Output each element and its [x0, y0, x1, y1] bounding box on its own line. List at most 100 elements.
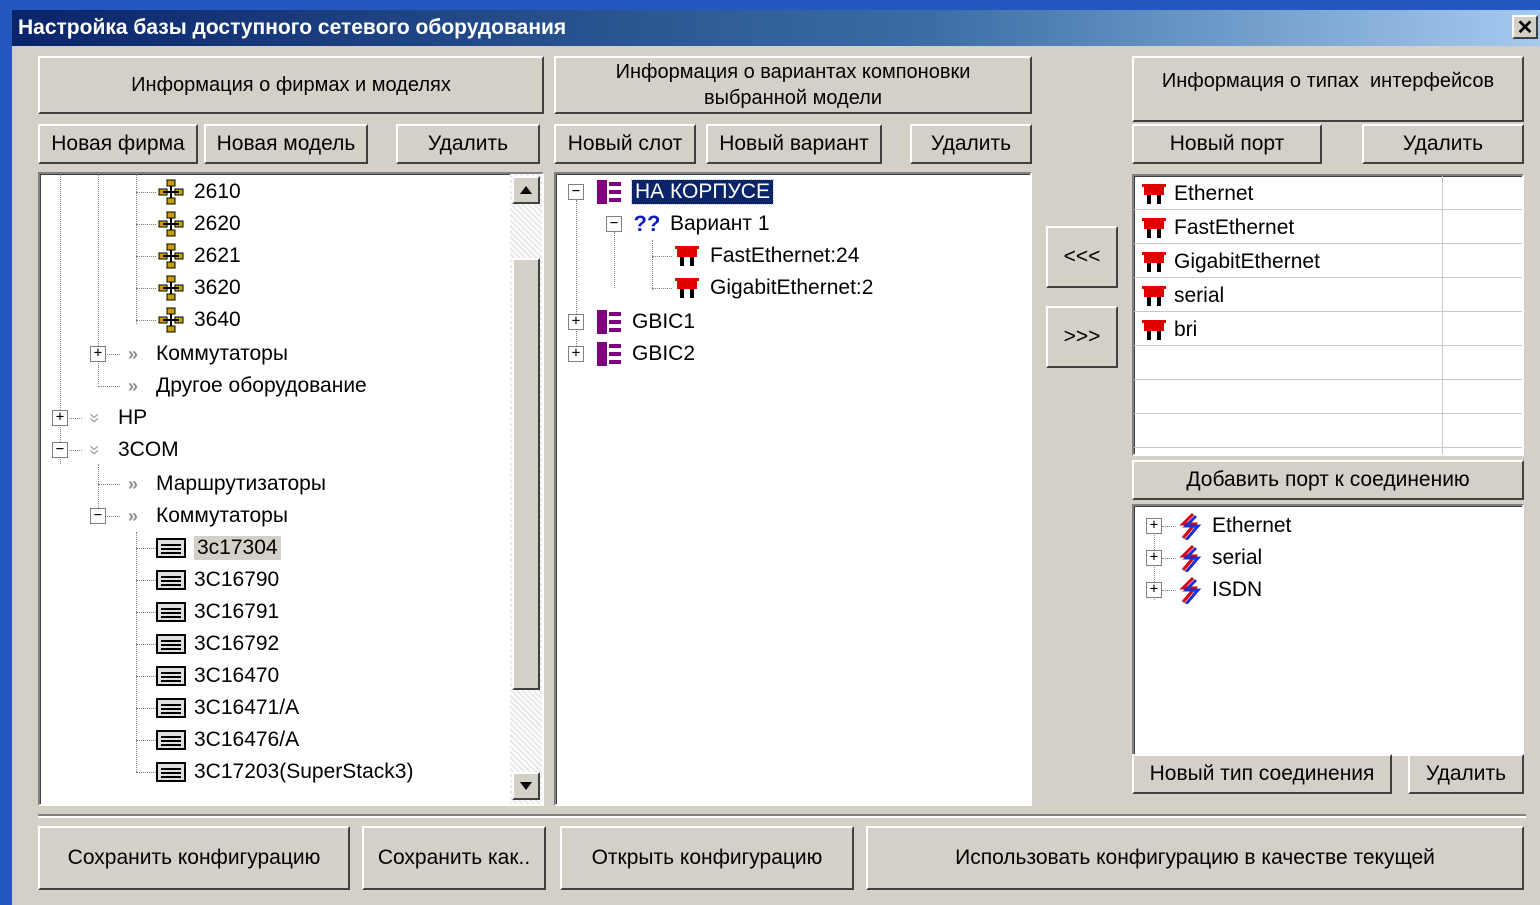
router-icon [154, 210, 188, 238]
delete-connection-label: Удалить [1425, 762, 1507, 785]
expand-toggle[interactable]: + [568, 346, 584, 362]
use-as-current-button[interactable]: Использовать конфигурацию в качестве тек… [866, 826, 1524, 890]
tree-item-port[interactable]: GigabitEthernet:2 [670, 272, 873, 304]
tree-item-model[interactable]: 3C16470 [154, 660, 279, 692]
tree-item-model[interactable]: 2621 [154, 240, 241, 272]
tree-item-variant[interactable]: ?? Вариант 1 [630, 208, 770, 240]
tree-item-model[interactable]: 3C16790 [154, 564, 279, 596]
expand-toggle[interactable]: + [52, 410, 68, 426]
tree-item-label: 2621 [194, 244, 241, 267]
tree-item-connection[interactable]: ISDN [1172, 574, 1262, 606]
tree-item-slot[interactable]: НА КОРПУСЕ [592, 176, 774, 208]
tree-item-model[interactable]: 3C17203(SuperStack3) [154, 756, 413, 788]
delete-connection-button[interactable]: Удалить [1408, 754, 1524, 794]
scroll-up-button[interactable] [512, 176, 540, 204]
new-variant-button[interactable]: Новый вариант [706, 124, 882, 164]
connection-types-tree[interactable]: + Ethernet + serial + ISDN [1132, 504, 1524, 756]
new-port-button[interactable]: Новый порт [1132, 124, 1322, 164]
new-connection-type-button[interactable]: Новый тип соединения [1132, 754, 1392, 794]
delete-model-button[interactable]: Удалить [396, 124, 540, 164]
add-port-to-connection-label: Добавить порт к соединению [1186, 468, 1470, 491]
tree-item-model[interactable]: 3c17304 [154, 532, 281, 564]
collapse-toggle[interactable]: − [52, 442, 68, 458]
port-icon [1140, 180, 1168, 208]
tree-item-label: Ethernet [1212, 514, 1292, 537]
tree-item-model[interactable]: 3620 [154, 272, 241, 304]
delete-port-button[interactable]: Удалить [1362, 124, 1524, 164]
tree-item-model[interactable]: 3C16471/A [154, 692, 299, 724]
list-item[interactable]: serial [1140, 280, 1224, 312]
expand-toggle[interactable]: + [1146, 582, 1162, 598]
remove-port-from-slot-button[interactable]: >>> [1046, 306, 1118, 368]
vertical-scrollbar[interactable] [510, 174, 542, 804]
layout-variants-tree[interactable]: − НА КОРПУСЕ − ?? Вариант 1 FastEthernet… [554, 172, 1032, 806]
expand-toggle[interactable]: + [1146, 550, 1162, 566]
expand-toggle[interactable]: + [568, 314, 584, 330]
tree-item-connection[interactable]: Ethernet [1172, 510, 1291, 542]
list-item[interactable]: GigabitEthernet [1140, 246, 1320, 278]
new-slot-button[interactable]: Новый слот [554, 124, 696, 164]
tree-item-category[interactable]: » Другое оборудование [116, 370, 367, 402]
tree-item-model[interactable]: 3C16792 [154, 628, 279, 660]
tree-item-model[interactable]: 2620 [154, 208, 241, 240]
collapse-toggle[interactable]: − [568, 184, 584, 200]
tree-item-category[interactable]: » Маршрутизаторы [116, 468, 326, 500]
connection-icon [1172, 512, 1206, 540]
tree-item-firm[interactable]: » HP [78, 402, 148, 434]
port-icon [1140, 248, 1168, 276]
config-window: Настройка базы доступного сетевого обору… [12, 10, 1540, 905]
list-item[interactable]: bri [1140, 314, 1197, 346]
close-button[interactable]: ✕ [1512, 15, 1538, 39]
tree-item-label: GigabitEthernet:2 [710, 276, 874, 299]
tree-item-model[interactable]: 3640 [154, 304, 241, 336]
tree-item-label: GBIC2 [632, 342, 696, 365]
save-config-button[interactable]: Сохранить конфигурацию [38, 826, 350, 890]
list-item[interactable]: FastEthernet [1140, 212, 1294, 244]
new-model-button[interactable]: Новая модель [204, 124, 368, 164]
collapse-toggle[interactable]: − [606, 216, 622, 232]
switch-icon [154, 758, 188, 786]
tree-item-label: 3C17203(SuperStack3) [194, 760, 414, 783]
add-port-to-slot-button[interactable]: <<< [1046, 226, 1118, 288]
port-icon [1140, 214, 1168, 242]
window-title: Настройка базы доступного сетевого обору… [18, 16, 567, 39]
port-icon [1140, 316, 1168, 344]
delete-variant-button[interactable]: Удалить [910, 124, 1032, 164]
expand-toggle[interactable]: + [90, 346, 106, 362]
open-config-button[interactable]: Открыть конфигурацию [560, 826, 854, 890]
tree-item-label: serial [1212, 546, 1263, 569]
switch-icon [154, 630, 188, 658]
scroll-thumb[interactable] [512, 258, 540, 690]
tree-item-model[interactable]: 2610 [154, 176, 241, 208]
collapse-toggle[interactable]: − [90, 508, 106, 524]
new-firm-button[interactable]: Новая фирма [38, 124, 198, 164]
interface-types-header-text: Информация о типах интерфейсов [1161, 70, 1495, 92]
firm-icon: » [85, 444, 106, 455]
use-as-current-label: Использовать конфигурацию в качестве тек… [955, 846, 1435, 869]
tree-item-firm[interactable]: » 3COM [78, 434, 179, 466]
tree-item-port[interactable]: FastEthernet:24 [670, 240, 859, 272]
tree-item-model[interactable]: 3C16791 [154, 596, 279, 628]
title-bar[interactable]: Настройка базы доступного сетевого обору… [12, 10, 1540, 46]
firms-models-tree[interactable]: 2610 2620 2621 3620 3640 + » Коммутаторы… [38, 172, 544, 806]
tree-item-connection[interactable]: serial [1172, 542, 1262, 574]
switch-icon [154, 598, 188, 626]
port-types-list[interactable]: Ethernet FastEthernet GigabitEthernet se… [1132, 174, 1524, 456]
switch-icon [154, 534, 188, 562]
list-item[interactable]: Ethernet [1140, 178, 1253, 210]
list-item-label: FastEthernet [1174, 216, 1295, 239]
tree-item-model[interactable]: 3C16476/A [154, 724, 299, 756]
new-port-label: Новый порт [1169, 132, 1285, 155]
scroll-down-button[interactable] [512, 772, 540, 800]
add-port-to-slot-label: <<< [1063, 245, 1101, 268]
add-port-to-connection-button[interactable]: Добавить порт к соединению [1132, 460, 1524, 500]
tree-item-slot[interactable]: GBIC2 [592, 338, 695, 370]
port-icon [670, 274, 704, 302]
tree-item-category[interactable]: » Коммутаторы [116, 500, 288, 532]
save-as-button[interactable]: Сохранить как.. [362, 826, 546, 890]
tree-item-category[interactable]: » Коммутаторы [116, 338, 288, 370]
tree-item-slot[interactable]: GBIC1 [592, 306, 695, 338]
tree-item-label: 3C16790 [194, 568, 280, 591]
expand-toggle[interactable]: + [1146, 518, 1162, 534]
delete-model-label: Удалить [427, 132, 509, 155]
